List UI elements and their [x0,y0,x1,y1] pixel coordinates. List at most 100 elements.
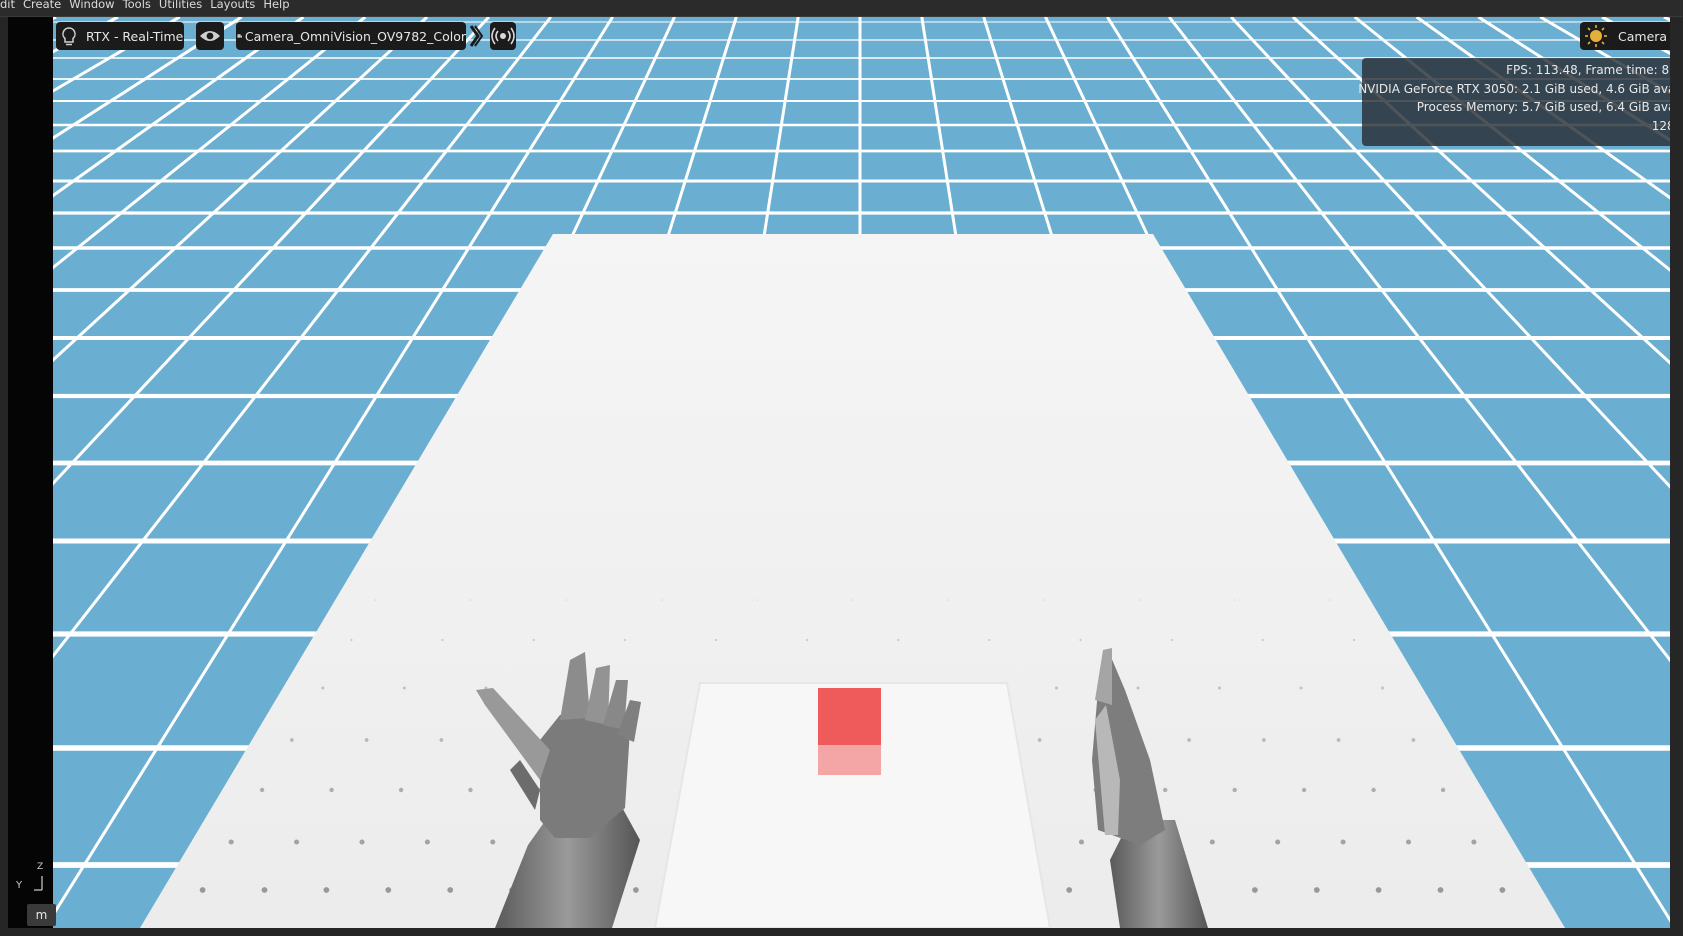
peg-hole [1138,599,1141,601]
eye-icon [200,31,220,41]
menu-help[interactable]: Help [263,0,289,10]
peg-hole [1471,839,1477,845]
peg-hole [1411,738,1416,742]
peg-hole [323,887,330,893]
menu-tools[interactable]: Tools [123,0,151,10]
viewport-3d[interactable]: RTX - Real-Time Camera_OmniVision_OV9782… [53,17,1670,928]
broadcast-icon [491,27,515,45]
peg-hole [1209,839,1215,845]
camera-light-selector[interactable]: Camera Li [1580,22,1670,50]
peg-hole [1252,887,1258,893]
peg-hole [756,599,758,601]
peg-hole [469,599,472,601]
chevron-right-icon [469,25,484,47]
peg-hole [1079,638,1082,642]
peg-hole [947,599,949,601]
peg-hole [424,839,430,845]
peg-hole [1440,787,1446,793]
peg-hole [1275,839,1281,845]
peg-hole [1336,738,1341,742]
menu-window[interactable]: Window [69,0,114,10]
bottom-panel-edge [0,928,1683,936]
resolution-readout: 1280x7 [1651,119,1670,133]
peg-hole [805,638,809,642]
gpu-memory-readout: NVIDIA GeForce RTX 3050: 2.1 GiB used, 4… [1358,82,1670,96]
peg-hole [633,887,639,893]
peg-hole [660,599,663,601]
peg-hole [1232,787,1237,793]
peg-hole [1218,686,1221,690]
axis-y-label: Y [16,880,23,891]
peg-hole [1301,787,1307,793]
peg-hole [1299,686,1303,690]
peg-hole [1405,839,1412,845]
peg-hole [402,686,406,690]
peg-hole [364,738,369,742]
visibility-button[interactable] [196,22,224,50]
peg-hole [1352,638,1356,642]
peg-hole [1234,599,1236,601]
peg-hole [468,787,473,793]
menu-layouts[interactable]: Layouts [210,0,255,10]
peg-hole [565,599,567,601]
peg-hole [1037,738,1042,742]
right-panel-edge [1670,17,1683,936]
peg-hole [1066,887,1073,893]
peg-hole [350,638,353,642]
peg-hole [1043,599,1045,601]
peg-hole [1381,686,1384,690]
peg-hole [1375,887,1382,893]
peg-hole [259,787,265,793]
fps-readout: FPS: 113.48, Frame time: 8.81 r [1506,63,1670,77]
viewport-left-border [8,17,53,928]
peg-hole [1170,638,1173,642]
peg-hole [329,787,334,793]
peg-hole [1055,686,1058,690]
left-panel-edge [0,17,8,936]
movie-camera-icon [237,34,242,38]
process-memory-readout: Process Memory: 5.7 GiB used, 6.4 GiB av… [1416,100,1670,114]
peg-hole [228,839,234,845]
peg-hole [199,887,206,893]
broadcast-button[interactable] [490,22,516,50]
axis-gizmo: Y Z [14,862,54,896]
peg-hole [1078,839,1085,845]
mode-button[interactable]: m [27,904,56,926]
red-cube-top [818,688,881,745]
peg-hole [490,839,496,845]
menu-create[interactable]: Create [23,0,61,10]
camera-selector[interactable]: Camera_OmniVision_OV9782_Color [236,22,466,50]
peg-hole [897,638,900,642]
peg-hole [359,839,365,845]
peg-hole [532,638,535,642]
peg-hole [294,839,300,845]
peg-hole [623,638,626,642]
peg-hole [1163,787,1168,793]
renderer-selector[interactable]: RTX - Real-Time [56,22,184,50]
peg-hole [261,887,268,893]
peg-hole [374,599,377,601]
sun-light-icon [1585,25,1607,47]
peg-hole [1262,738,1266,742]
menu-edit[interactable]: dit [0,0,15,10]
peg-hole [1187,738,1191,742]
menu-bar: dit Create Window Tools Utilities Layout… [0,0,1683,17]
peg-hole [1437,887,1444,893]
performance-stats-overlay: FPS: 113.48, Frame time: 8.81 r NVIDIA G… [1358,58,1670,146]
peg-hole [1261,638,1265,642]
peg-hole [441,638,444,642]
peg-hole [1329,599,1332,601]
red-cube-bottom [818,745,881,775]
peg-hole [321,686,325,690]
peg-hole [714,638,718,642]
peg-hole [851,599,854,601]
peg-hole [290,738,294,742]
peg-hole [1371,787,1376,793]
scene-render [53,17,1670,928]
axis-z-label: Z [37,862,44,872]
menu-utilities[interactable]: Utilities [159,0,202,10]
peg-hole [1340,839,1346,845]
peg-hole [385,887,392,893]
renderer-label: RTX - Real-Time [86,28,184,44]
expand-chevron-button[interactable] [468,23,484,49]
